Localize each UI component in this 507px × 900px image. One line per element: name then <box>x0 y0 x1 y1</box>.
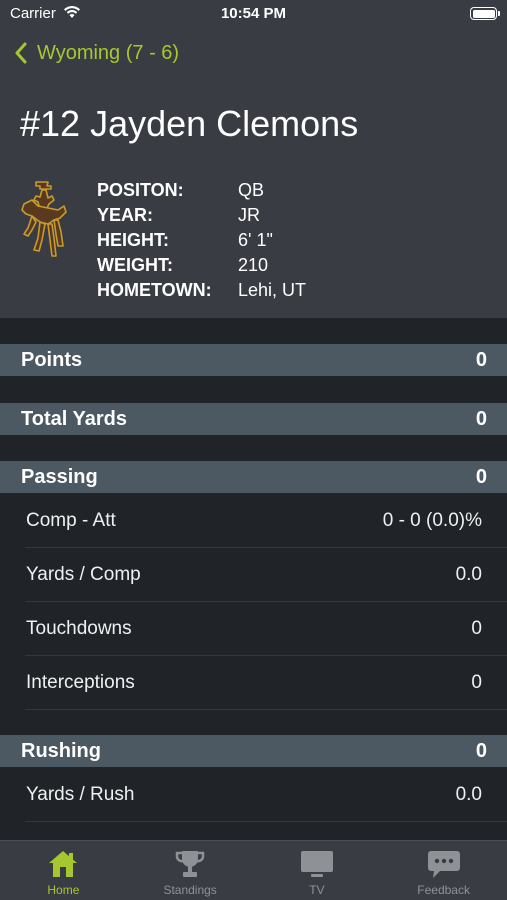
info-label: YEAR: <box>97 205 154 225</box>
clock: 10:54 PM <box>220 5 287 22</box>
stat-label: Interceptions <box>26 672 135 693</box>
stat-value: 0.0 <box>455 784 482 805</box>
tab-bar: Home Standings TV Feedback <box>0 840 507 900</box>
section-value: 0 <box>475 465 487 488</box>
tab-standings[interactable]: Standings <box>127 841 254 900</box>
info-value: Lehi, UT <box>238 280 307 300</box>
stat-row-interceptions: Interceptions 0 <box>0 656 507 710</box>
back-label: Wyoming (7 - 6) <box>37 41 180 64</box>
feedback-icon <box>427 851 460 878</box>
info-label: HOMETOWN: <box>97 280 212 300</box>
info-value: QB <box>238 180 265 200</box>
section-value: 0 <box>475 739 487 762</box>
tab-home[interactable]: Home <box>0 841 127 900</box>
stat-label: Yards / Comp <box>26 564 141 585</box>
tab-label: Feedback <box>417 883 470 897</box>
player-info: POSITON: QB YEAR: JR HEIGHT: 6' 1" WEIGH… <box>97 178 306 303</box>
tab-tv[interactable]: TV <box>254 841 381 900</box>
tab-feedback[interactable]: Feedback <box>380 841 507 900</box>
section-header-passing: Passing 0 <box>0 461 507 493</box>
section-title: Total Yards <box>21 407 127 430</box>
section-value: 0 <box>475 348 487 371</box>
section-value: 0 <box>475 407 487 430</box>
info-row-hometown: HOMETOWN: Lehi, UT <box>97 278 306 303</box>
trophy-icon <box>175 851 205 877</box>
section-header-rushing: Rushing 0 <box>0 735 507 767</box>
tab-label: Home <box>47 883 80 897</box>
section-header-points: Points 0 <box>0 344 507 376</box>
info-value: JR <box>238 205 260 225</box>
info-row-year: YEAR: JR <box>97 203 306 228</box>
stat-value: 0 <box>471 618 482 639</box>
home-icon <box>49 851 78 877</box>
stat-label: Yards / Rush <box>26 784 135 805</box>
player-header: Carrier 10:54 PM Wyoming (7 - 6) #12 Jay… <box>0 0 507 318</box>
battery-icon <box>470 7 500 20</box>
stat-row-touchdowns: Touchdowns 0 <box>0 602 507 656</box>
team-logo-icon <box>21 181 67 257</box>
info-row-weight: WEIGHT: 210 <box>97 253 306 278</box>
stat-row-yards-rush: Yards / Rush 0.0 <box>0 768 507 822</box>
stat-value: 0 - 0 (0.0)% <box>382 510 482 531</box>
info-row-height: HEIGHT: 6' 1" <box>97 228 306 253</box>
stat-value: 0.0 <box>455 564 482 585</box>
tab-label: TV <box>309 883 325 897</box>
tab-label: Standings <box>163 883 217 897</box>
status-bar: Carrier 10:54 PM <box>0 0 507 30</box>
stat-row-comp-att: Comp - Att 0 - 0 (0.0)% <box>0 494 507 548</box>
info-value: 6' 1" <box>238 230 273 250</box>
stat-label: Touchdowns <box>26 618 132 639</box>
section-title: Passing <box>21 465 98 488</box>
info-label: POSITON: <box>97 180 184 200</box>
section-header-total-yards: Total Yards 0 <box>0 403 507 435</box>
tv-icon <box>300 851 333 877</box>
stat-row-yards-comp: Yards / Comp 0.0 <box>0 548 507 602</box>
info-label: WEIGHT: <box>97 255 173 275</box>
section-title: Rushing <box>21 739 101 762</box>
stat-label: Comp - Att <box>26 510 116 531</box>
section-title: Points <box>21 348 83 371</box>
info-row-position: POSITON: QB <box>97 178 306 203</box>
info-label: HEIGHT: <box>97 230 169 250</box>
chevron-left-icon <box>15 42 27 64</box>
info-value: 210 <box>238 255 269 275</box>
player-name: #12 Jayden Clemons <box>20 103 359 144</box>
stat-value: 0 <box>471 672 482 693</box>
back-button[interactable]: Wyoming (7 - 6) <box>14 38 179 68</box>
